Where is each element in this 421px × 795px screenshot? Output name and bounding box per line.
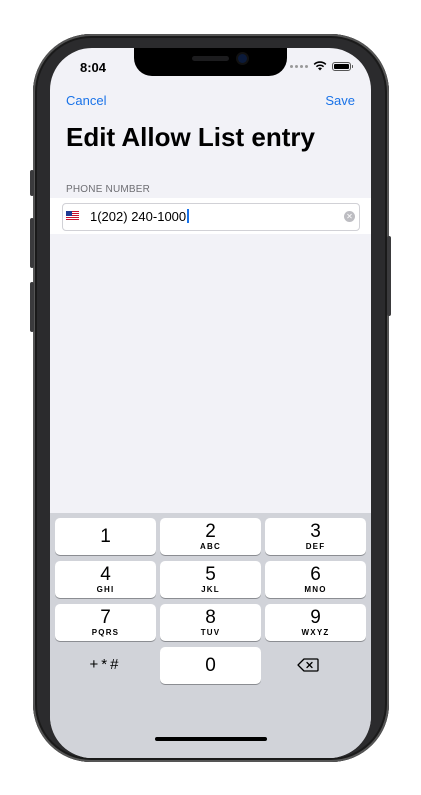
status-time: 8:04 [80,60,107,75]
wifi-icon [313,61,327,71]
volume-down-button [30,282,34,332]
key-3[interactable]: 3 DEF [265,518,366,555]
phone-number-value: 1(202) 240-1000 [90,209,189,224]
key-1[interactable]: 1 [55,518,156,555]
mute-switch [30,170,34,196]
home-indicator[interactable] [155,737,267,741]
signal-icon [290,64,308,68]
key-8[interactable]: 8 TUV [160,604,261,641]
key-9[interactable]: 9 WXYZ [265,604,366,641]
cancel-button[interactable]: Cancel [66,93,106,108]
camera-icon [238,54,247,63]
numeric-keypad: 1 2 ABC 3 DEF 4 GHI 5 JKL 6 MNO 7 PQRS 8 TUV 9W… [50,513,371,758]
screen: 8:04 Cancel Save Edit Allow List entry P… [50,48,371,758]
key-7[interactable]: 7 PQRS [55,604,156,641]
key-4[interactable]: 4 GHI [55,561,156,598]
key-0[interactable]: 0 [160,647,261,684]
speaker [192,56,229,61]
phone-number-row: 1(202) 240-1000 ✕ [50,198,371,234]
status-icons [290,61,353,71]
notch [134,48,287,76]
page-title: Edit Allow List entry [66,122,315,152]
key-2[interactable]: 2 ABC [160,518,261,555]
text-cursor [187,209,189,223]
section-header: PHONE NUMBER [66,184,151,195]
save-button[interactable]: Save [325,93,355,108]
power-button [387,236,391,316]
phone-number-field[interactable]: 1(202) 240-1000 ✕ [62,203,360,231]
symbols-key[interactable]: +*# [55,646,156,683]
volume-up-button [30,218,34,268]
key-6[interactable]: 6 MNO [265,561,366,598]
clear-icon[interactable]: ✕ [344,211,355,222]
backspace-icon[interactable] [297,658,319,672]
us-flag-icon[interactable] [66,211,79,220]
key-5[interactable]: 5 JKL [160,561,261,598]
battery-icon [332,61,353,71]
